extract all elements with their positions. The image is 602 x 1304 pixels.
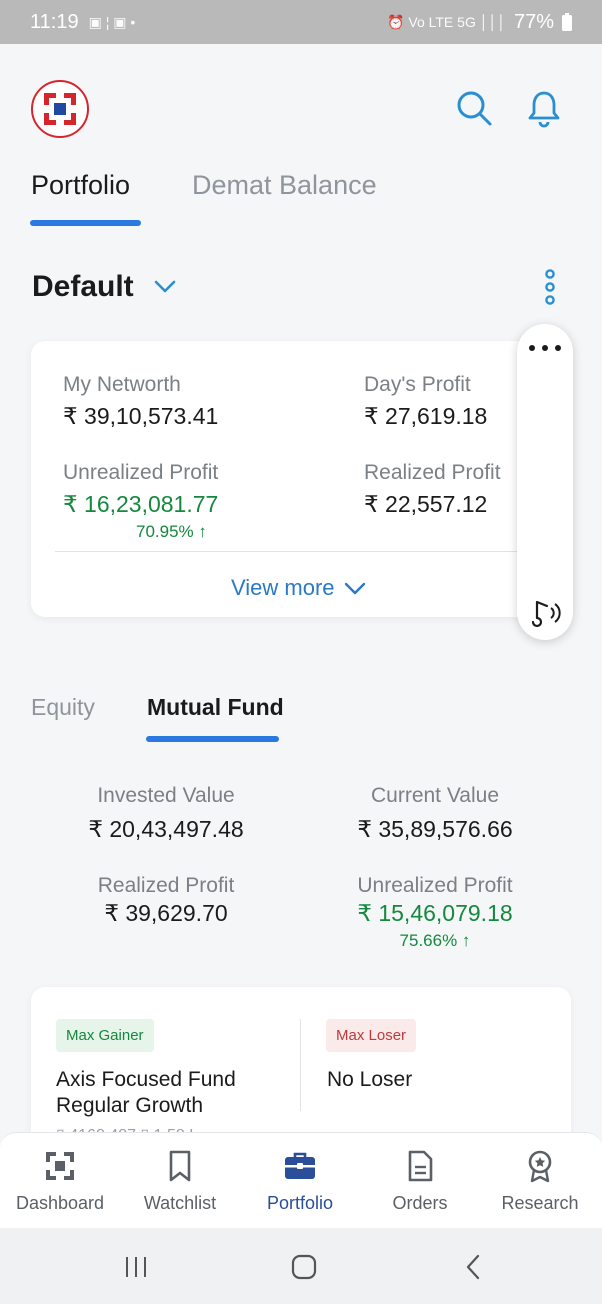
hdfc-logo-icon[interactable] — [31, 80, 89, 138]
realized-profit-stat: Realized Profit ₹ 22,557.12 — [364, 461, 501, 518]
dot — [542, 345, 548, 351]
battery-level: 77% — [513, 10, 554, 33]
nav-research[interactable]: Research — [480, 1149, 600, 1214]
dot — [555, 345, 561, 351]
bookmark-icon — [169, 1150, 191, 1182]
top-tabs: Portfolio Demat Balance — [0, 162, 602, 232]
read-aloud-icon[interactable] — [527, 596, 563, 628]
dot — [529, 345, 535, 351]
realized-profit-label: Realized Profit — [364, 461, 501, 484]
tab-demat-balance[interactable]: Demat Balance — [192, 170, 377, 201]
invested-value: ₹ 20,43,497.48 — [88, 816, 244, 842]
status-bar: 11:19 ▣ ¦ ▣ • ⏰ Vo LTE 5G │││ 77% — [0, 0, 602, 44]
battery-icon — [562, 13, 572, 31]
realized-profit-value: ₹ 22,557.12 — [364, 491, 488, 517]
portfolio-summary-card: My Networth ₹ 39,10,573.41 Day's Profit … — [31, 341, 551, 617]
bell-icon[interactable] — [524, 88, 564, 128]
current-value: ₹ 35,89,576.66 — [357, 816, 513, 842]
mf-realized-profit-stat: Realized Profit ₹ 39,629.70 — [66, 874, 266, 927]
nav-watchlist[interactable]: Watchlist — [120, 1149, 240, 1214]
unrealized-profit-value: ₹ 16,23,081.77 — [63, 491, 219, 517]
portfolio-selector[interactable]: Default — [32, 270, 134, 304]
status-left: 11:19 ▣ ¦ ▣ • — [30, 11, 135, 34]
dashboard-icon — [46, 1152, 74, 1180]
max-gainer-fund-line1: Axis Focused Fund — [56, 1068, 236, 1091]
current-value-stat: Current Value ₹ 35,89,576.66 — [335, 784, 535, 843]
nav-label: Portfolio — [266, 1193, 334, 1213]
max-loser-badge: Max Loser — [326, 1019, 417, 1052]
home-icon[interactable] — [289, 1252, 319, 1282]
portfolio-selector-row: Default — [0, 262, 602, 310]
nav-label: Research — [501, 1193, 579, 1213]
status-right: ⏰ Vo LTE 5G │││ 77% — [387, 11, 572, 34]
mf-realized-profit-value: ₹ 39,629.70 — [104, 900, 228, 926]
mf-unrealized-profit-stat: Unrealized Profit ₹ 15,46,079.18 75.66% … — [325, 874, 545, 951]
mf-realized-profit-label: Realized Profit — [97, 874, 235, 897]
briefcase-icon — [285, 1152, 315, 1179]
networth-label: My Networth — [63, 373, 181, 396]
search-icon[interactable] — [454, 88, 494, 128]
unrealized-profit-stat: Unrealized Profit ₹ 16,23,081.77 70.95% … — [63, 461, 218, 542]
max-gainer-fund[interactable]: Axis Focused Fund Regular Growth — [56, 1067, 236, 1119]
days-profit-value: ₹ 27,619.18 — [364, 403, 488, 429]
chevron-down-icon — [344, 582, 365, 595]
badge-icon — [528, 1150, 552, 1183]
status-time: 11:19 — [30, 10, 79, 33]
unrealized-profit-percent: 70.95% ↑ — [136, 522, 207, 541]
networth-stat: My Networth ₹ 39,10,573.41 — [63, 373, 218, 430]
mf-unrealized-profit-percent: 75.66% ↑ — [399, 931, 471, 950]
recent-apps-icon[interactable] — [121, 1252, 151, 1282]
unrealized-profit-label: Unrealized Profit — [63, 461, 219, 484]
active-tab-indicator — [30, 220, 141, 226]
invested-value-stat: Invested Value ₹ 20,43,497.48 — [66, 784, 266, 843]
networth-value: ₹ 39,10,573.41 — [63, 403, 219, 429]
more-horizontal-icon[interactable] — [529, 338, 561, 358]
mf-unrealized-profit-value: ₹ 15,46,079.18 — [357, 900, 513, 926]
card-divider — [300, 1019, 301, 1111]
active-tab-indicator — [146, 736, 279, 742]
days-profit-stat: Day's Profit ₹ 27,619.18 — [364, 373, 487, 430]
card-divider — [55, 551, 517, 552]
asset-type-tabs: Equity Mutual Fund — [0, 690, 602, 750]
logo-mark — [44, 93, 76, 125]
nav-portfolio[interactable]: Portfolio — [240, 1149, 360, 1214]
document-icon — [408, 1150, 433, 1182]
view-more-button[interactable]: View more — [231, 575, 367, 601]
tab-equity[interactable]: Equity — [31, 694, 95, 721]
system-navigation-bar — [0, 1228, 602, 1304]
view-more-label: View more — [231, 575, 335, 600]
max-loser-fund: No Loser — [327, 1068, 413, 1091]
signal-icons: ⏰ Vo LTE 5G │││ — [387, 13, 506, 30]
nav-dashboard[interactable]: Dashboard — [0, 1149, 120, 1214]
bottom-navigation: Dashboard Watchlist Portfolio Orders Res… — [0, 1132, 602, 1228]
nav-orders[interactable]: Orders — [360, 1149, 480, 1214]
mf-unrealized-profit-label: Unrealized Profit — [357, 874, 513, 897]
tab-portfolio[interactable]: Portfolio — [31, 170, 130, 201]
notification-icons: ▣ ¦ ▣ • — [88, 13, 136, 30]
nav-label: Watchlist — [143, 1193, 217, 1213]
days-profit-label: Day's Profit — [364, 373, 471, 396]
max-gainer-badge: Max Gainer — [56, 1019, 154, 1052]
tab-mutual-fund[interactable]: Mutual Fund — [147, 694, 284, 721]
more-options-icon[interactable] — [536, 266, 564, 308]
current-value-label: Current Value — [370, 784, 499, 807]
chevron-down-icon[interactable] — [152, 274, 178, 300]
floating-accessibility-panel[interactable] — [517, 324, 573, 640]
invested-value-label: Invested Value — [97, 784, 235, 807]
nav-label: Dashboard — [15, 1193, 105, 1213]
mutual-fund-stats: Invested Value ₹ 20,43,497.48 Current Va… — [0, 780, 602, 960]
back-icon[interactable] — [459, 1252, 489, 1282]
max-gainer-fund-line2: Regular Growth — [56, 1094, 204, 1117]
nav-label: Orders — [392, 1193, 448, 1213]
